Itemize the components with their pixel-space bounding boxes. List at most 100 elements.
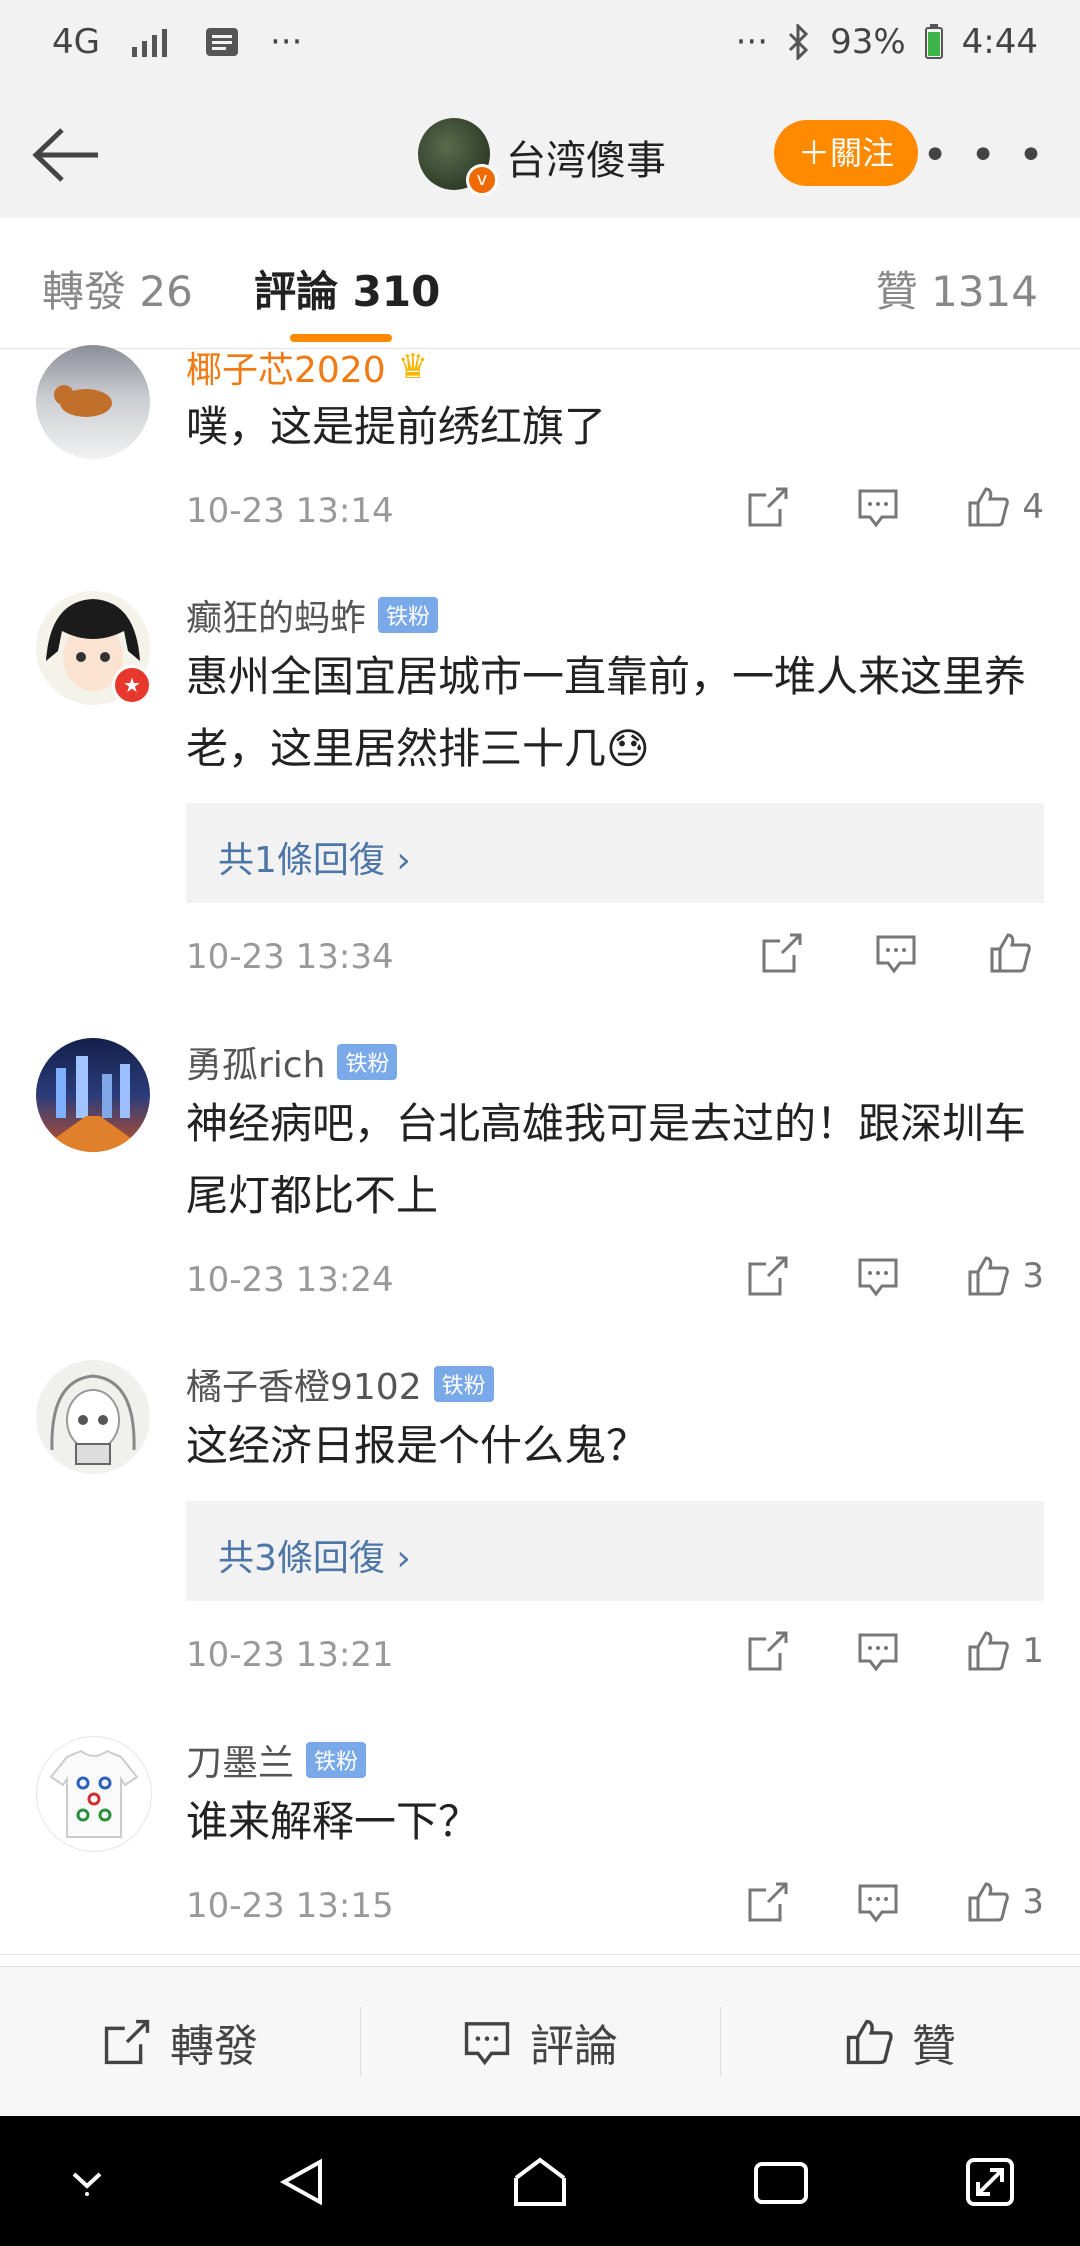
share-icon[interactable] [746,1880,790,1924]
top-bar: v 台湾傻事 ＋關注 • • • [0,90,1080,219]
like-count: 1 [1022,1631,1044,1671]
thumbs-up-icon[interactable] [966,1254,1010,1298]
share-icon[interactable] [760,931,804,975]
battery-percent: 93% [830,22,906,62]
thumbs-up-icon[interactable] [966,1880,1010,1924]
battery-icon [924,24,943,59]
thumbs-up-icon[interactable] [988,931,1032,975]
comment-text: 这经济日报是个什么鬼？ [186,1421,649,1470]
like-count: 3 [1022,1256,1044,1296]
like-button[interactable]: 4 [966,485,1044,529]
recent-apps-icon[interactable] [752,2154,810,2210]
comment-time: 10-23 13:34 [186,937,394,977]
share-icon[interactable] [746,1254,790,1298]
comment-actions: 3 [746,1880,1044,1924]
like-button[interactable] [988,931,1044,975]
username[interactable]: 椰子芯2020 ♛ [186,341,428,393]
comment-item: 椰子芯2020 ♛ 噗，这是提前绣红旗了 10-23 13:14 4 [0,345,1080,560]
status-more: ··· [735,22,769,62]
fan-badge: 铁粉 [378,597,439,633]
tab-comments[interactable]: 評論 310 [254,258,440,319]
reply-count-link[interactable]: 共3條回復 › [218,1529,411,1581]
comment-time: 10-23 13:24 [186,1260,394,1300]
fan-badge: 铁粉 [306,1742,367,1778]
tab-bar: 轉發 26 評論 310 贊 1314 [0,218,1080,349]
avatar[interactable] [36,345,150,459]
reply-icon[interactable] [856,1254,900,1298]
comment-text: 神经病吧，台北高雄我可是去过的！跟深圳车尾灯都比不上 [186,1099,1027,1220]
comment-time: 10-23 13:15 [186,1886,394,1926]
follow-button[interactable]: ＋關注 [774,120,918,186]
more-menu-button[interactable]: • • • [922,130,1048,181]
more-notifications: ··· [269,22,303,62]
comment-text: 谁来解释一下？ [186,1797,481,1846]
crown-icon: ♛ [397,347,429,387]
like-button[interactable]: 贊 [720,1967,1080,2117]
comment-text: 噗，这是提前绣红旗了 [186,402,607,451]
vip-badge-icon: ★ [112,665,152,705]
repost-label: 轉發 [170,2021,258,2072]
tab-likes[interactable]: 贊 1314 [876,258,1038,319]
comment-text: 惠州全国宜居城市一直靠前，一堆人来这里养老，这里居然排三十几😓 [186,652,1027,773]
thumbs-up-icon[interactable] [966,1629,1010,1673]
like-count: 3 [1022,1882,1044,1922]
comment-time: 10-23 13:21 [186,1635,394,1675]
fan-badge: 铁粉 [433,1366,494,1402]
reply-thread-box[interactable]: 共3條回復 › [186,1501,1044,1601]
reply-icon[interactable] [874,931,918,975]
system-navigation-bar [0,2116,1080,2246]
comment-item: 橘子香橙9102 铁粉 这经济日报是个什么鬼？ 共3條回復 › 10-23 13… [0,1328,1080,1705]
comment-actions: 1 [746,1629,1044,1673]
reply-thread-box[interactable]: 共1條回復 › [186,803,1044,903]
like-button[interactable]: 3 [966,1254,1044,1298]
account-name[interactable]: 台湾傻事 [506,128,666,186]
bluetooth-icon [789,24,809,60]
chevron-down-icon[interactable] [62,2154,112,2204]
username[interactable]: 勇孤rich 铁粉 [186,1036,398,1088]
signal-icon [131,29,167,57]
tiger-image [54,385,112,417]
tab-repost[interactable]: 轉發 26 [42,258,193,319]
comment-actions: 3 [746,1254,1044,1298]
reply-icon[interactable] [856,1629,900,1673]
status-bar: 4G ··· ··· 93% 4:44 [0,0,1080,90]
thumbs-up-icon[interactable] [966,485,1010,529]
share-icon [104,2019,150,2065]
share-icon[interactable] [746,1629,790,1673]
comment-actions: 4 [746,485,1044,529]
expand-icon[interactable] [962,2154,1018,2210]
avatar[interactable] [36,1038,150,1152]
comment-button[interactable]: 評論 [360,1967,720,2117]
comment-item: 刀墨兰 铁粉 谁来解释一下？ 10-23 13:15 3 [0,1704,1080,1955]
share-icon[interactable] [746,485,790,529]
sketch-girl-image [50,1374,136,1465]
comment-item: 勇孤rich 铁粉 神经病吧，台北高雄我可是去过的！跟深圳车尾灯都比不上 10-… [0,1006,1080,1329]
comment-time: 10-23 13:14 [186,491,394,531]
clock: 4:44 [961,22,1038,62]
comment-icon [464,2022,510,2066]
like-button[interactable]: 1 [966,1629,1044,1673]
home-icon[interactable] [510,2154,570,2210]
thumbs-up-icon [846,2019,893,2065]
username[interactable]: 癫狂的蚂蚱 铁粉 [186,589,439,641]
avatar[interactable] [36,1736,152,1852]
like-count: 4 [1022,487,1044,527]
reply-count-link[interactable]: 共1條回復 › [218,831,411,883]
reply-icon[interactable] [856,1880,900,1924]
tshirt-image [49,1749,139,1838]
like-label: 贊 [912,2021,956,2072]
comment-item: ★ 癫狂的蚂蚱 铁粉 惠州全国宜居城市一直靠前，一堆人来这里养老，这里居然排三十… [0,559,1080,1007]
city-night-image [36,1056,150,1152]
message-icon [205,28,238,56]
comment-label: 評論 [530,2021,618,2072]
reply-icon[interactable] [856,485,900,529]
repost-button[interactable]: 轉發 [0,1967,360,2117]
verified-badge: v [466,164,498,196]
username[interactable]: 刀墨兰 铁粉 [186,1734,367,1786]
back-triangle-icon[interactable] [274,2154,330,2210]
like-button[interactable]: 3 [966,1880,1044,1924]
avatar[interactable] [36,1360,150,1474]
network-indicator: 4G [52,22,100,62]
back-arrow-icon[interactable] [28,120,108,190]
username[interactable]: 橘子香橙9102 铁粉 [186,1358,494,1410]
